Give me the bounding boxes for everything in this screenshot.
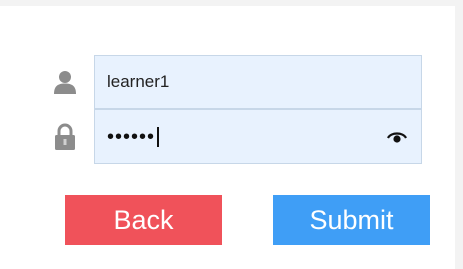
password-row: ••••••	[50, 109, 422, 164]
user-icon	[50, 67, 80, 97]
password-masked-value: ••••••	[107, 125, 156, 148]
text-caret	[157, 126, 159, 147]
frame-right-edge	[455, 0, 463, 269]
back-button[interactable]: Back	[65, 195, 222, 245]
username-row: learner1	[50, 55, 422, 109]
eye-icon[interactable]	[387, 130, 407, 144]
frame-top-edge	[0, 0, 463, 6]
username-input[interactable]: learner1	[94, 55, 422, 109]
lock-icon	[50, 122, 80, 152]
submit-button[interactable]: Submit	[273, 195, 430, 245]
username-value: learner1	[107, 72, 170, 91]
password-input[interactable]: ••••••	[94, 109, 422, 164]
submit-button-label: Submit	[309, 204, 394, 235]
login-screen: learner1 •••••• Back Submit	[0, 0, 463, 269]
back-button-label: Back	[113, 204, 174, 235]
